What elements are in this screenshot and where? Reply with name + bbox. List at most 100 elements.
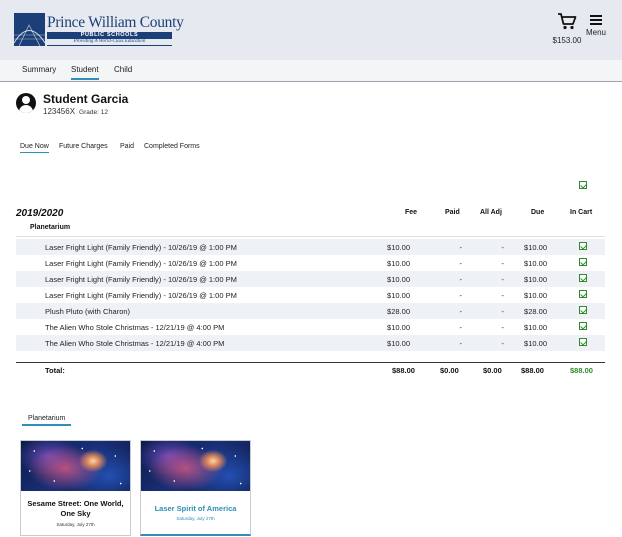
row-due: $10.00	[524, 291, 547, 300]
row-adj: -	[501, 291, 505, 300]
tab-child[interactable]: Child	[114, 65, 132, 74]
activity-date: Saturday, July 27th	[56, 522, 95, 527]
total-due: $88.00	[521, 366, 544, 375]
row-due: $10.00	[524, 259, 547, 268]
activity-card[interactable]: Sesame Street: One World, One Sky Saturd…	[20, 440, 131, 536]
subtab-future-charges[interactable]: Future Charges	[59, 143, 108, 150]
col-in-cart: In Cart	[570, 209, 593, 216]
activity-tab-planetarium[interactable]: Planetarium	[22, 415, 72, 426]
row-adj: -	[501, 339, 505, 348]
col-due: Due	[531, 209, 545, 216]
in-cart-checkbox[interactable]	[579, 258, 587, 266]
row-fee: $10.00	[387, 259, 410, 268]
student-name: Student Garcia	[43, 92, 129, 106]
row-paid: -	[459, 259, 463, 268]
logo-band: PUBLIC SCHOOLS	[47, 32, 172, 39]
row-due: $10.00	[524, 243, 547, 252]
student-id-line: 123456X Grade: 12	[43, 107, 108, 116]
row-description: Laser Fright Light (Family Friendly) - 1…	[45, 291, 237, 300]
activity-card-selected[interactable]: Laser Spirit of America Saturday, July 2…	[140, 440, 251, 536]
total-paid: $0.00	[440, 366, 459, 375]
row-description: Laser Fright Light (Family Friendly) - 1…	[45, 275, 237, 284]
activity-date: Saturday, July 27th	[176, 516, 215, 521]
cart-icon	[558, 13, 577, 30]
col-fee: Fee	[405, 209, 418, 216]
col-all-adj: All Adj	[480, 209, 502, 216]
logo-tagline: Providing A World-Class Education	[47, 39, 172, 46]
row-adj: -	[501, 259, 505, 268]
row-adj: -	[501, 307, 505, 316]
cart-amount: $153.00	[552, 36, 582, 45]
table-row: The Alien Who Stole Christmas - 12/21/19…	[16, 319, 605, 335]
total-in-cart: $88.00	[570, 366, 593, 375]
row-paid: -	[459, 323, 463, 332]
row-description: The Alien Who Stole Christmas - 12/21/19…	[45, 323, 225, 332]
school-year: 2019/2020	[16, 208, 64, 219]
section-planetarium: Planetarium	[30, 224, 71, 231]
total-fee: $88.00	[392, 366, 415, 375]
total-divider	[16, 362, 605, 363]
menu-button[interactable]: Menu	[585, 12, 607, 37]
row-description: Laser Fright Light (Family Friendly) - 1…	[45, 243, 237, 252]
row-adj: -	[501, 275, 505, 284]
table-row: The Alien Who Stole Christmas - 12/21/19…	[16, 335, 605, 351]
row-fee: $10.00	[387, 339, 410, 348]
logo-name: Prince William County	[47, 14, 184, 31]
top-nav: Summary Student Child	[0, 60, 622, 82]
pwcs-logo[interactable]: Prince William County PUBLIC SCHOOLS Pro…	[14, 13, 184, 46]
row-due: $10.00	[524, 275, 547, 284]
in-cart-checkbox[interactable]	[579, 242, 587, 250]
row-due: $28.00	[524, 307, 547, 316]
total-label: Total:	[45, 366, 65, 375]
nebula-image	[21, 441, 130, 491]
subtab-paid[interactable]: Paid	[120, 143, 134, 150]
in-cart-checkbox[interactable]	[579, 338, 587, 346]
row-paid: -	[459, 339, 463, 348]
row-due: $10.00	[524, 339, 547, 348]
logo-seal-icon	[14, 13, 45, 46]
row-fee: $10.00	[387, 323, 410, 332]
select-all-checkbox[interactable]	[579, 181, 587, 189]
col-paid: Paid	[445, 209, 460, 216]
row-fee: $10.00	[387, 275, 410, 284]
student-id: 123456X	[43, 107, 76, 116]
row-adj: -	[501, 323, 505, 332]
in-cart-checkbox[interactable]	[579, 322, 587, 330]
row-paid: -	[459, 275, 463, 284]
hamburger-menu-icon	[590, 13, 602, 27]
in-cart-checkbox[interactable]	[579, 274, 587, 282]
table-row: Laser Fright Light (Family Friendly) - 1…	[16, 287, 605, 303]
row-adj: -	[501, 243, 505, 252]
row-fee: $10.00	[387, 243, 410, 252]
table-row: Laser Fright Light (Family Friendly) - 1…	[16, 255, 605, 271]
activity-title: Sesame Street: One World, One Sky	[27, 499, 124, 518]
in-cart-checkbox[interactable]	[579, 306, 587, 314]
row-paid: -	[459, 291, 463, 300]
total-adj: $0.00	[483, 366, 502, 375]
row-description: Laser Fright Light (Family Friendly) - 1…	[45, 259, 237, 268]
row-description: The Alien Who Stole Christmas - 12/21/19…	[45, 339, 225, 348]
cart-button[interactable]: $153.00	[552, 12, 582, 45]
student-grade: Grade: 12	[79, 109, 108, 116]
table-row: Plush Pluto (with Charon) $28.00 - - $28.00	[16, 303, 605, 319]
in-cart-checkbox[interactable]	[579, 290, 587, 298]
app-header: Prince William County PUBLIC SCHOOLS Pro…	[0, 0, 622, 60]
subtab-due-now[interactable]: Due Now	[20, 143, 49, 153]
tab-summary[interactable]: Summary	[22, 65, 56, 74]
row-due: $10.00	[524, 323, 547, 332]
row-description: Plush Pluto (with Charon)	[45, 307, 131, 316]
row-paid: -	[459, 243, 463, 252]
fee-table-body: Laser Fright Light (Family Friendly) - 1…	[16, 239, 605, 351]
tab-student[interactable]: Student	[71, 65, 99, 80]
table-row: Laser Fright Light (Family Friendly) - 1…	[16, 271, 605, 287]
table-row: Laser Fright Light (Family Friendly) - 1…	[16, 239, 605, 255]
user-avatar-icon	[16, 93, 36, 113]
section-divider	[16, 236, 605, 237]
nebula-image	[141, 441, 250, 491]
activity-title: Laser Spirit of America	[154, 504, 237, 513]
menu-label: Menu	[585, 28, 606, 37]
row-fee: $10.00	[387, 291, 410, 300]
subtab-completed-forms[interactable]: Completed Forms	[144, 143, 200, 150]
row-paid: -	[459, 307, 463, 316]
row-fee: $28.00	[387, 307, 410, 316]
